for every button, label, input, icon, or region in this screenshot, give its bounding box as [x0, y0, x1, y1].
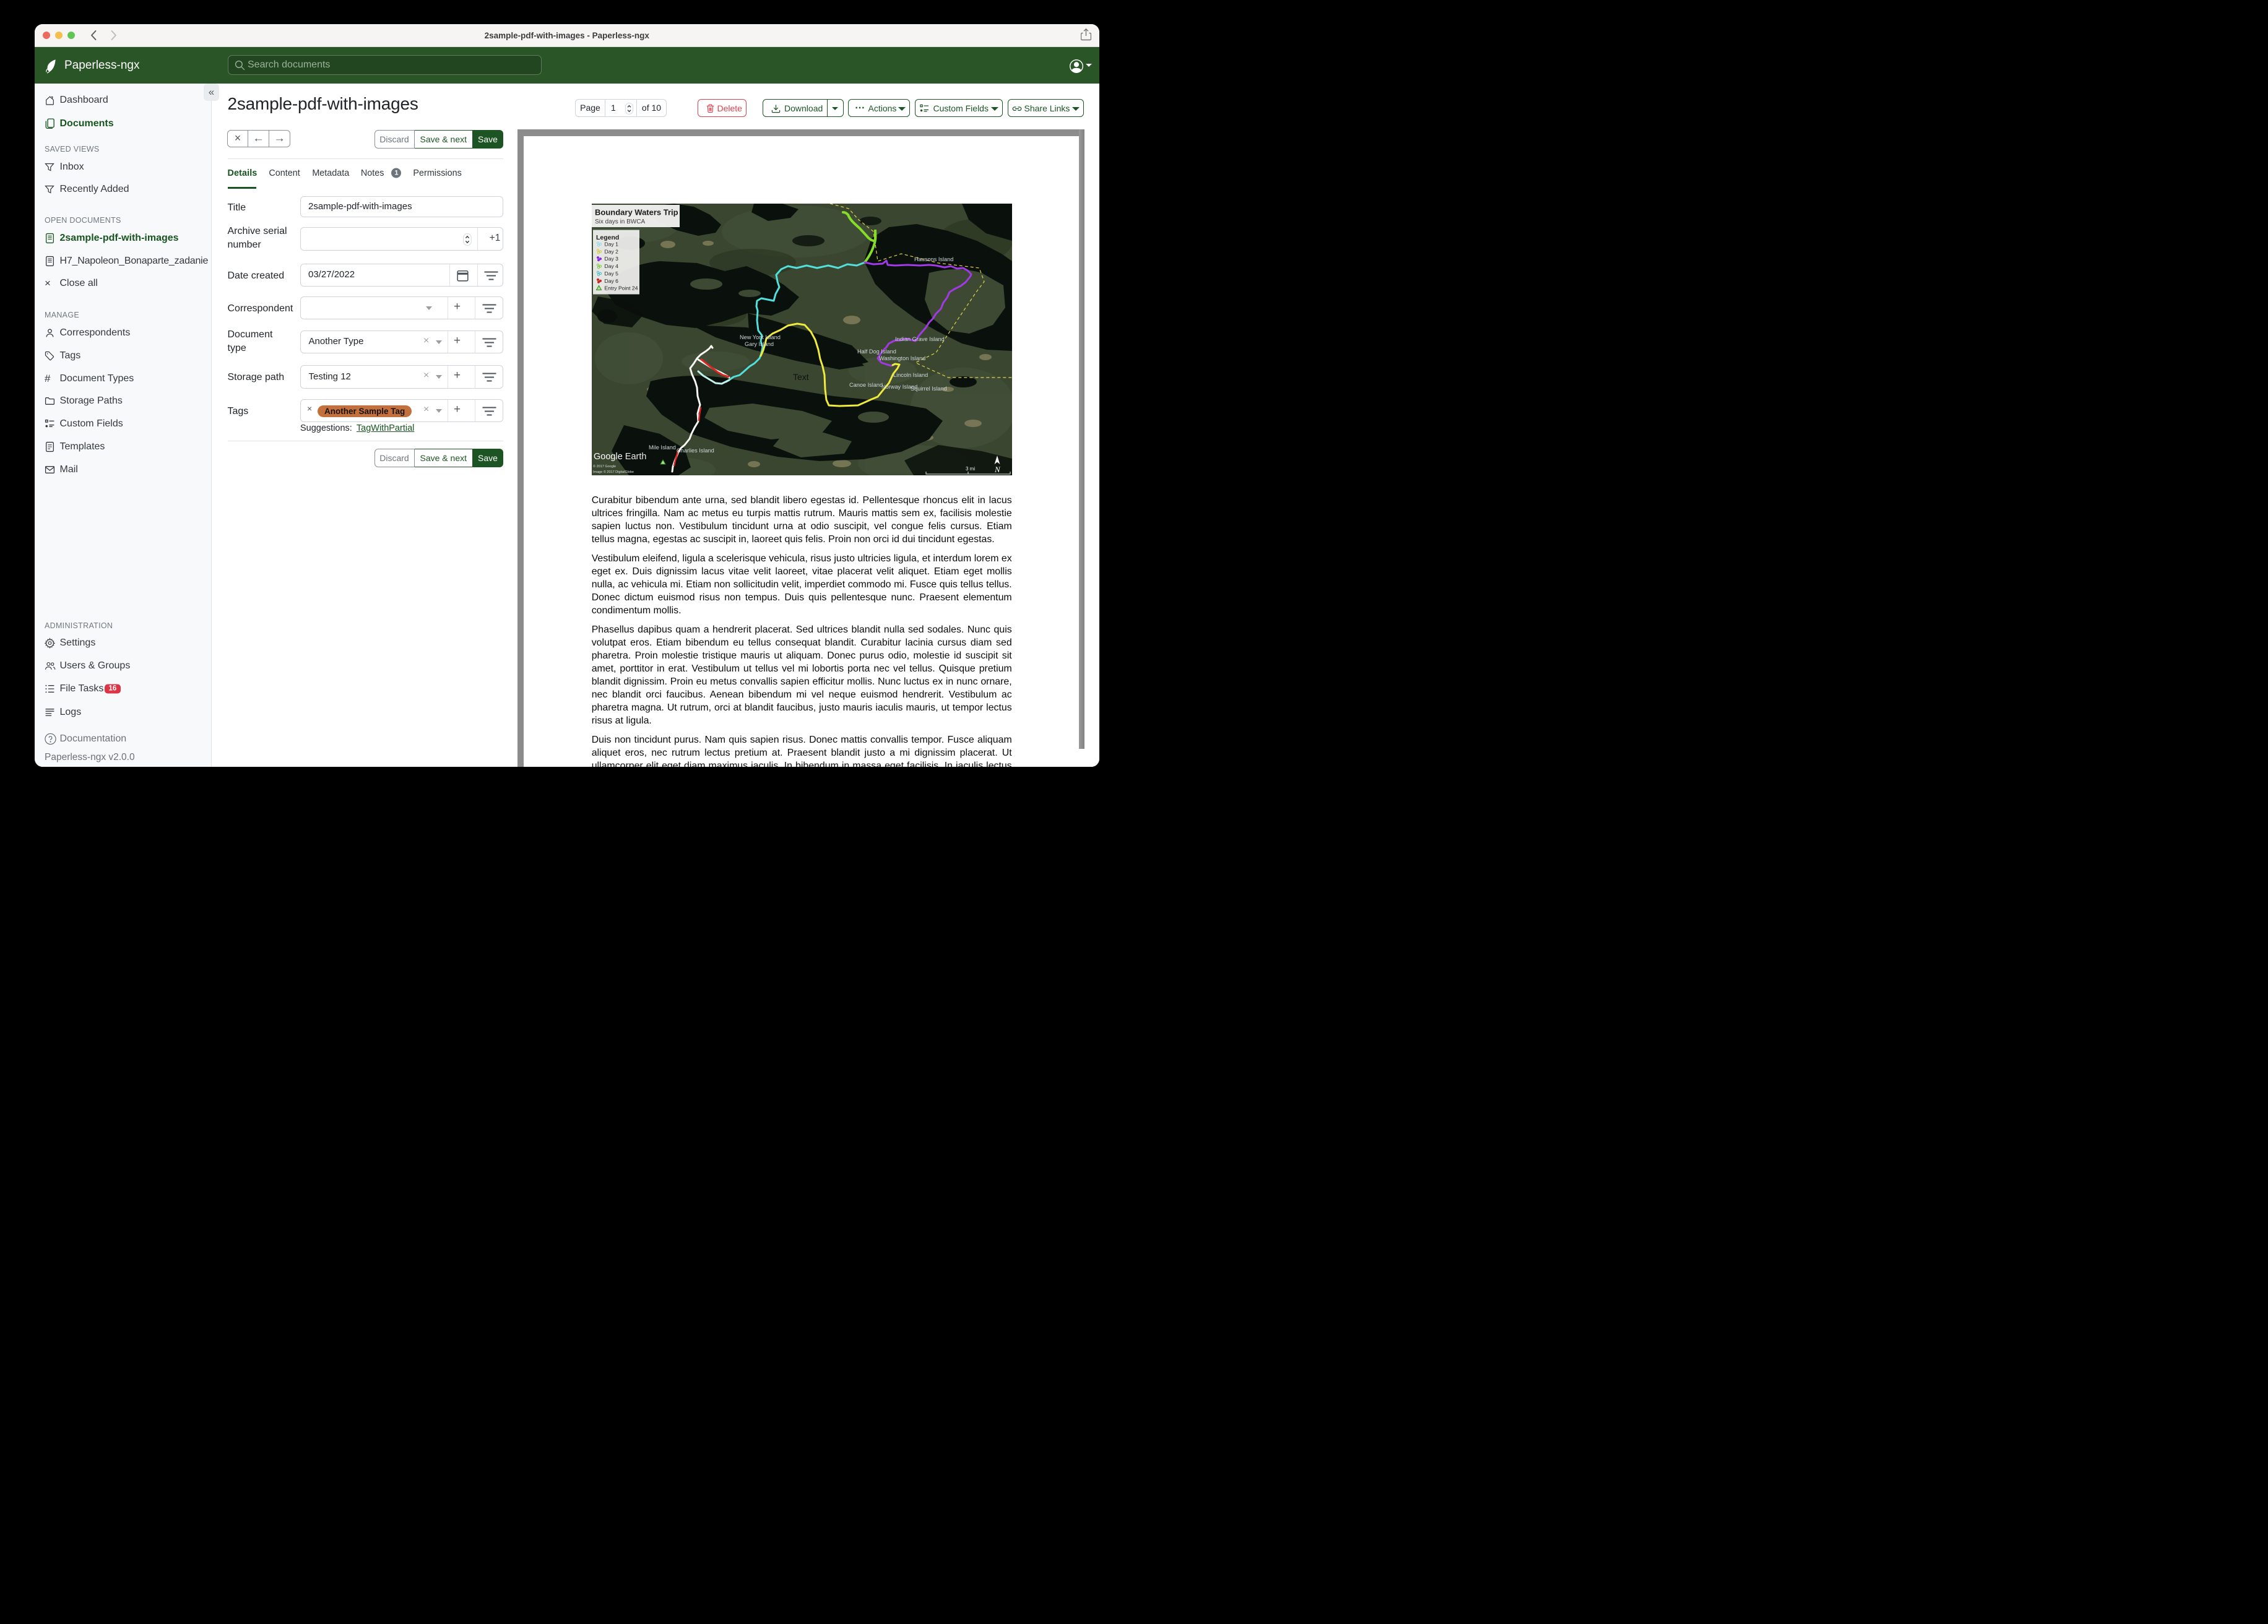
svg-text:Washington Island: Washington Island	[879, 355, 925, 361]
svg-text:Day 4: Day 4	[604, 263, 618, 269]
svg-text:Squirrel Island: Squirrel Island	[911, 386, 947, 392]
svg-text:Day 5: Day 5	[604, 270, 618, 276]
svg-text:N: N	[994, 465, 1001, 474]
svg-text:3 mi: 3 mi	[966, 466, 975, 472]
svg-text:Canoe Island: Canoe Island	[849, 382, 883, 388]
svg-text:Day 6: Day 6	[604, 277, 618, 283]
svg-text:Half Dog Island: Half Dog Island	[857, 348, 896, 355]
svg-text:Charlies Island: Charlies Island	[677, 447, 714, 454]
svg-text:New York Island: New York Island	[740, 334, 781, 340]
svg-text:Lincoln Island: Lincoln Island	[893, 372, 928, 378]
svg-text:© 2017 Google: © 2017 Google	[593, 464, 616, 469]
svg-text:Entry Point 24: Entry Point 24	[604, 285, 638, 291]
svg-text:Text: Text	[793, 372, 809, 382]
svg-text:Gary Island: Gary Island	[745, 341, 774, 347]
svg-text:Google Earth: Google Earth	[594, 452, 646, 462]
svg-text:Mile Island: Mile Island	[649, 444, 676, 451]
svg-text:Boundary Waters Trip: Boundary Waters Trip	[595, 207, 678, 217]
svg-text:Image © 2017 DigitalGlobe: Image © 2017 DigitalGlobe	[593, 470, 634, 474]
svg-text:Legend: Legend	[596, 234, 619, 241]
svg-text:Day 2: Day 2	[604, 248, 618, 254]
svg-text:Hausons Island: Hausons Island	[914, 256, 953, 262]
svg-text:Indian Grave Island: Indian Grave Island	[895, 336, 945, 342]
svg-text:Six days in BWCA: Six days in BWCA	[595, 218, 645, 225]
svg-text:Day 3: Day 3	[604, 256, 618, 262]
svg-text:Day 1: Day 1	[604, 241, 618, 247]
